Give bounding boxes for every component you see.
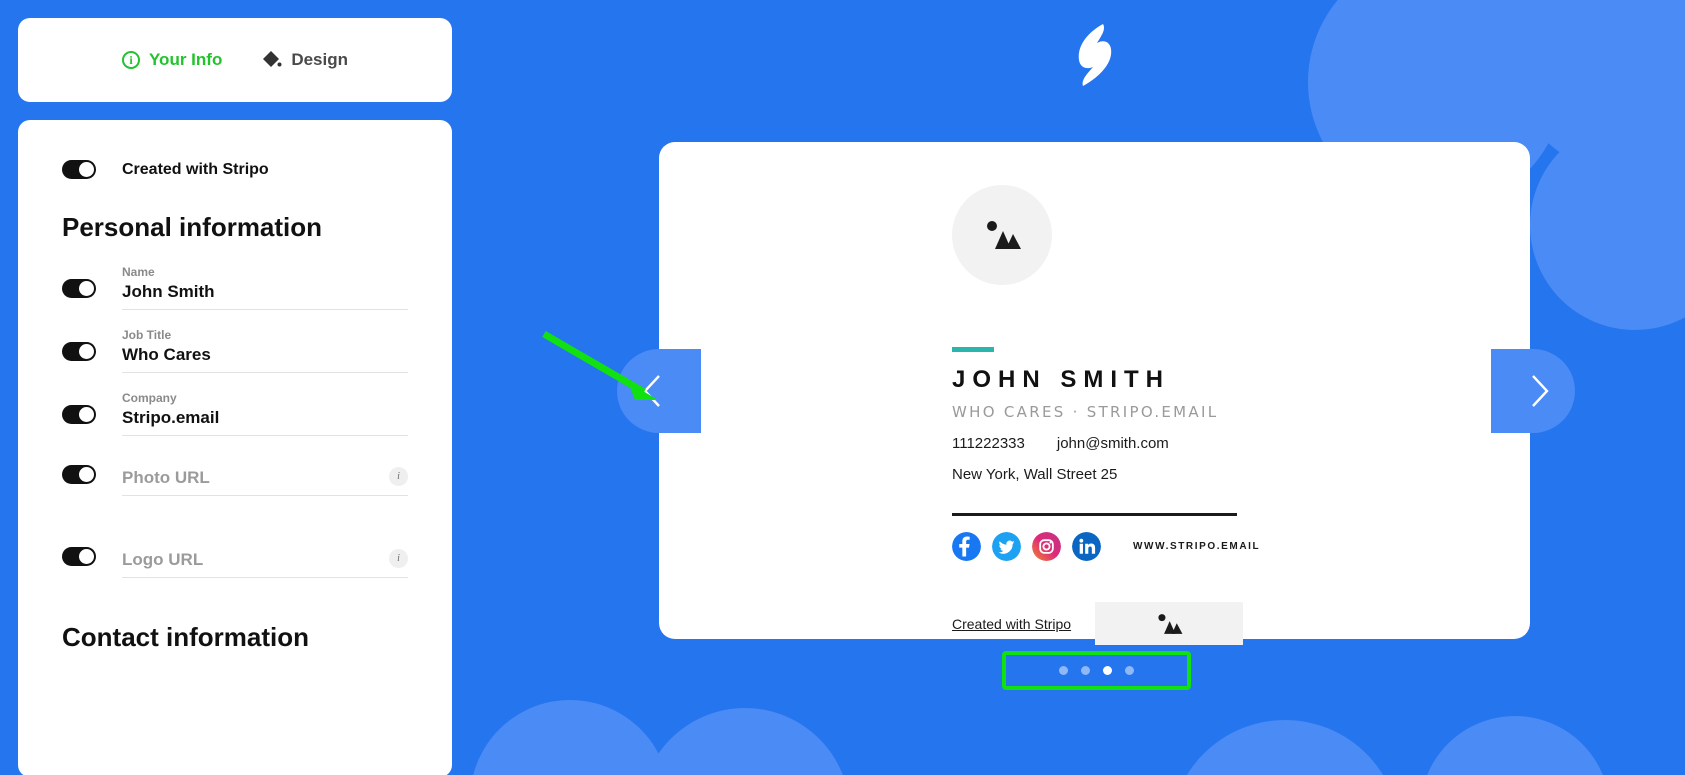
- toggle-company[interactable]: [62, 405, 96, 424]
- signature-footer: Created with Stripo: [952, 602, 1530, 645]
- carousel-pagination: [1002, 651, 1191, 690]
- logo-placeholder: [1095, 602, 1244, 645]
- field-logo-url-placeholder[interactable]: Logo URL: [122, 536, 408, 570]
- signature-name: JOHN SMITH: [952, 366, 1171, 393]
- tab-design[interactable]: Design: [262, 50, 348, 70]
- signature-contact-row: 111222333 john@smith.com: [952, 435, 1530, 452]
- toggle-photo-url[interactable]: [62, 465, 96, 484]
- field-job-title-body[interactable]: Job Title Who Cares: [122, 328, 408, 373]
- personal-information-heading: Personal information: [62, 212, 323, 242]
- photo-placeholder-icon: [987, 221, 1021, 249]
- paint-bucket-icon: [263, 51, 282, 67]
- field-photo-url: Photo URL i: [62, 454, 408, 496]
- created-with-stripo-link[interactable]: Created with Stripo: [952, 616, 1071, 632]
- field-company-label: Company: [122, 391, 177, 405]
- field-company-value[interactable]: Stripo.email: [122, 408, 408, 428]
- facebook-icon[interactable]: [952, 532, 981, 561]
- toggle-job-title[interactable]: [62, 342, 96, 361]
- tab-bar: i Your Info Design: [18, 18, 452, 102]
- deco-circle: [640, 708, 850, 775]
- field-name-label: Name: [122, 265, 155, 279]
- signature-preview-card: JOHN SMITH WHO CARES · STRIPO.EMAIL 1112…: [659, 142, 1530, 645]
- field-name: Name John Smith: [62, 265, 408, 310]
- toggle-name[interactable]: [62, 279, 96, 298]
- deco-circle: [1420, 716, 1610, 775]
- signature-address: New York, Wall Street 25: [952, 466, 1118, 483]
- stripo-s-logo: [1078, 24, 1112, 86]
- chevron-left-icon: [643, 375, 660, 407]
- instagram-icon[interactable]: [1032, 532, 1061, 561]
- photo-placeholder-icon: [1158, 613, 1183, 634]
- signature-phone[interactable]: 111222333: [952, 435, 1025, 452]
- signature-website[interactable]: WWW.STRIPO.EMAIL: [1133, 541, 1260, 552]
- pagination-dot-3[interactable]: [1103, 666, 1112, 675]
- info-circle-icon: i: [121, 51, 140, 69]
- toggle-logo-url[interactable]: [62, 547, 96, 566]
- field-logo-url: Logo URL i: [62, 536, 408, 578]
- pagination-dot-1[interactable]: [1059, 666, 1068, 675]
- accent-bar: [952, 347, 994, 352]
- field-company: Company Stripo.email: [62, 391, 408, 436]
- field-name-value[interactable]: John Smith: [122, 282, 408, 302]
- photo-url-info-icon[interactable]: i: [389, 467, 408, 486]
- field-photo-url-body[interactable]: Photo URL i: [122, 454, 408, 496]
- chevron-right-icon: [1532, 375, 1549, 407]
- branding-toggle-row: Created with Stripo: [62, 160, 408, 179]
- field-company-body[interactable]: Company Stripo.email: [122, 391, 408, 436]
- pagination-dot-2[interactable]: [1081, 666, 1090, 675]
- logo-url-info-icon[interactable]: i: [389, 549, 408, 568]
- toggle-created-with-stripo[interactable]: [62, 160, 96, 179]
- tab-your-info[interactable]: i Your Info: [121, 50, 223, 70]
- tab-design-label: Design: [291, 50, 349, 69]
- personal-fields: Name John Smith Job Title Who Cares Comp…: [62, 265, 408, 578]
- field-photo-url-placeholder[interactable]: Photo URL: [122, 454, 408, 488]
- signature-email[interactable]: john@smith.com: [1057, 435, 1169, 452]
- field-job-title: Job Title Who Cares: [62, 328, 408, 373]
- field-logo-url-body[interactable]: Logo URL i: [122, 536, 408, 578]
- avatar: [952, 185, 1052, 285]
- deco-circle: [1530, 120, 1685, 330]
- deco-circle: [1506, 0, 1685, 176]
- tab-your-info-label: Your Info: [148, 50, 223, 69]
- pagination-dot-4[interactable]: [1125, 666, 1134, 675]
- form-panel: Created with Stripo Personal information…: [18, 120, 452, 775]
- field-job-title-label: Job Title: [122, 328, 172, 342]
- field-name-body[interactable]: Name John Smith: [122, 265, 408, 310]
- deco-circle: [1170, 720, 1400, 775]
- linkedin-icon[interactable]: [1072, 532, 1101, 561]
- left-panel: i Your Info Design Created with Stripo P…: [18, 18, 452, 775]
- signature-divider: [952, 513, 1237, 516]
- twitter-icon[interactable]: [992, 532, 1021, 561]
- field-job-title-value[interactable]: Who Cares: [122, 345, 408, 365]
- carousel-next-button[interactable]: [1491, 349, 1575, 433]
- deco-circle: [470, 700, 670, 775]
- contact-information-heading: Contact information: [62, 622, 309, 652]
- signature-subtitle: WHO CARES · STRIPO.EMAIL: [952, 403, 1219, 421]
- carousel-prev-button[interactable]: [617, 349, 701, 433]
- branding-toggle-label: Created with Stripo: [122, 160, 269, 178]
- social-links: WWW.STRIPO.EMAIL: [952, 532, 1530, 561]
